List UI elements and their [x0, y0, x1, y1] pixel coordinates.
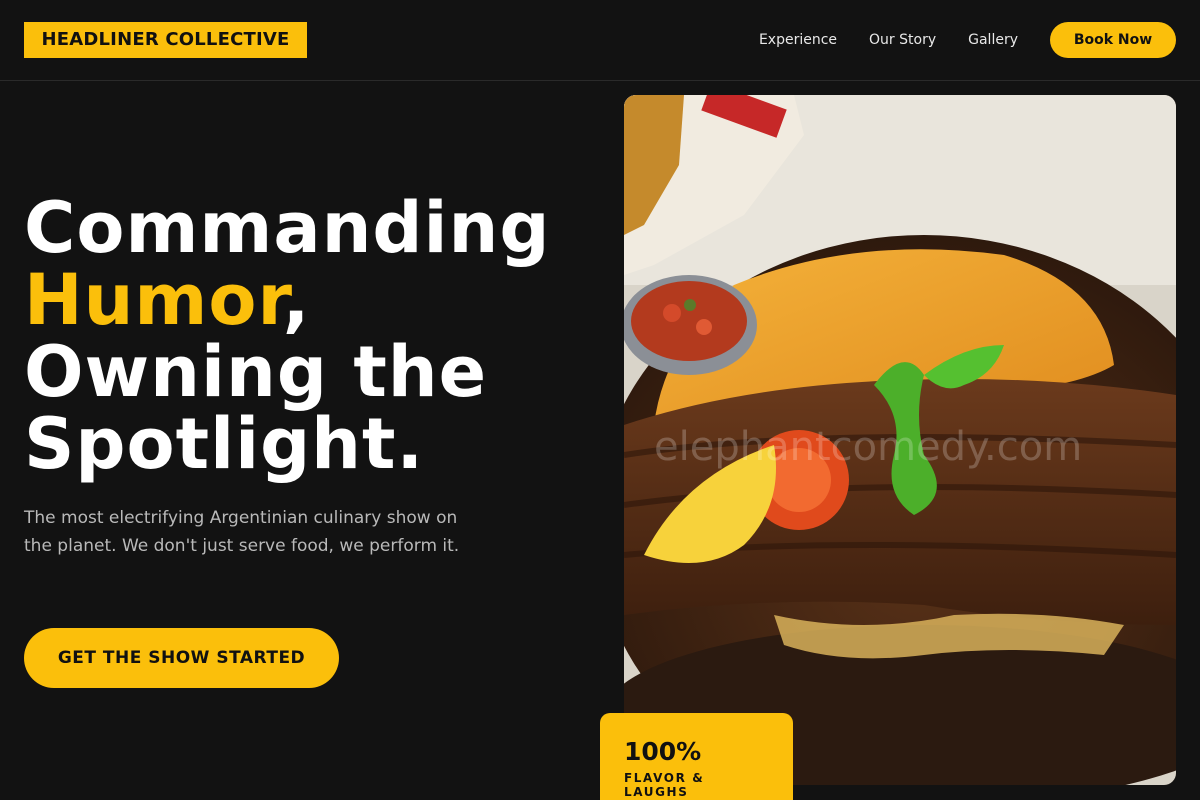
- main-nav: Experience Our Story Gallery Book Now: [759, 22, 1176, 58]
- headline-line-1: Commanding: [24, 187, 551, 269]
- headline-line-3: Owning the: [24, 331, 488, 413]
- nav-link-experience[interactable]: Experience: [759, 32, 837, 48]
- headline-accent-word: Humor: [24, 259, 283, 341]
- stat-label: FLAVOR & LAUGHS: [624, 771, 705, 799]
- hero-headline: Commanding Humor, Owning the Spotlight.: [24, 192, 604, 480]
- nav-link-our-story[interactable]: Our Story: [869, 32, 936, 48]
- site-header: HEADLINER COLLECTIVE Experience Our Stor…: [0, 0, 1200, 81]
- headline-line-4: Spotlight.: [24, 403, 425, 485]
- hero-food-image: elephantcomedy.com: [624, 95, 1176, 785]
- hero-description: The most electrifying Argentinian culina…: [24, 508, 460, 556]
- image-watermark: elephantcomedy.com: [654, 424, 1082, 470]
- stat-value: 100%: [624, 737, 702, 766]
- headline-comma: ,: [282, 259, 311, 341]
- steak-platter-illustration: elephantcomedy.com: [624, 95, 1176, 785]
- brand-logo[interactable]: HEADLINER COLLECTIVE: [24, 22, 307, 58]
- stat-badge: 100% FLAVOR & LAUGHS: [600, 713, 793, 800]
- book-now-button[interactable]: Book Now: [1050, 22, 1176, 58]
- get-show-started-button[interactable]: GET THE SHOW STARTED: [24, 628, 339, 688]
- nav-link-gallery[interactable]: Gallery: [968, 32, 1018, 48]
